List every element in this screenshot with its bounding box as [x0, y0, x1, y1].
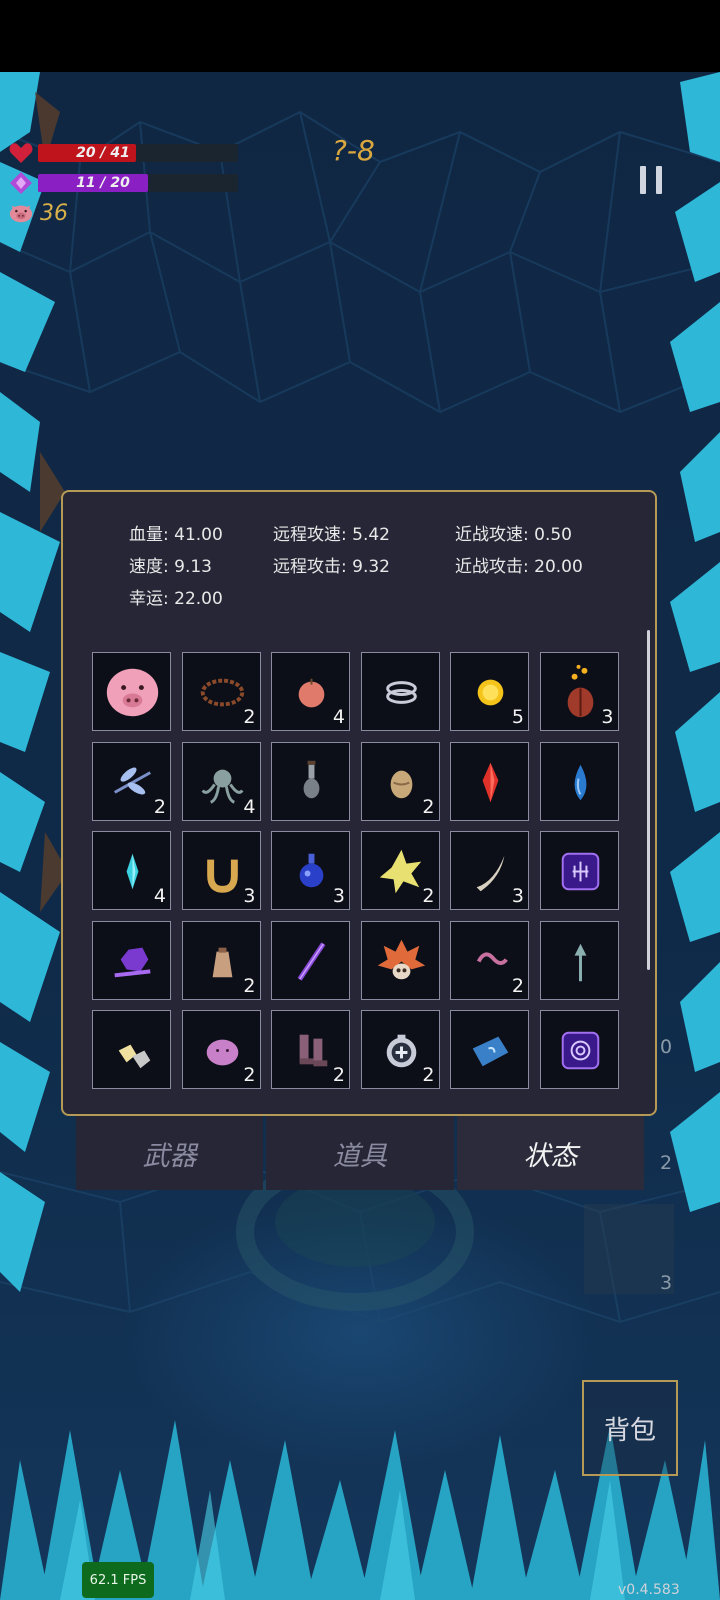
- inventory-slot[interactable]: 5: [450, 652, 529, 731]
- inventory-slot[interactable]: [92, 1010, 171, 1089]
- pause-icon: [640, 166, 646, 194]
- mana-bar: 11 / 20: [8, 170, 238, 196]
- inventory-panel: 血量: 41.00 远程攻速: 5.42 近战攻速: 0.50 速度: 9.13…: [61, 490, 657, 1116]
- inventory-slot[interactable]: 2: [450, 920, 529, 1000]
- inventory-slot[interactable]: 2: [271, 1010, 350, 1089]
- item-count: 4: [153, 885, 166, 907]
- item-count: 2: [422, 795, 435, 818]
- inventory-slot[interactable]: [360, 920, 440, 1000]
- item-count: 5: [511, 706, 524, 728]
- side-count: 0: [660, 1036, 673, 1058]
- item-count: 2: [332, 1064, 345, 1086]
- grid-scrollbar[interactable]: [647, 630, 650, 970]
- health-text: 20 / 41: [76, 145, 130, 161]
- arrow-totem-icon: [574, 943, 586, 981]
- red-crystal-icon: [482, 762, 499, 802]
- level-indicator: ?-8: [332, 134, 375, 167]
- inventory-slot[interactable]: 3: [181, 831, 261, 910]
- item-count: 2: [511, 974, 524, 997]
- version-label: v0.4.583: [618, 1582, 680, 1598]
- health-bar: 20 / 41: [8, 140, 238, 166]
- rings-icon: [385, 681, 417, 704]
- item-count: 2: [153, 795, 166, 818]
- inventory-slot[interactable]: 4: [181, 741, 261, 821]
- side-count: 2: [660, 1152, 673, 1174]
- inventory-slot[interactable]: [92, 920, 171, 1000]
- piggy-bank-icon: [8, 200, 34, 226]
- backpack-button[interactable]: 背包: [582, 1380, 678, 1476]
- inventory-slot[interactable]: [360, 652, 440, 731]
- inventory-slot[interactable]: 3: [271, 831, 350, 910]
- left-crystal-wall: [0, 72, 68, 1292]
- inventory-slot[interactable]: [539, 920, 619, 1000]
- item-count: 2: [243, 1064, 256, 1086]
- item-count: 3: [601, 706, 614, 728]
- side-count: 3: [660, 1272, 673, 1294]
- pause-button[interactable]: [640, 166, 662, 196]
- stat-melee-speed: 近战攻速: 0.50: [455, 525, 572, 545]
- inventory-slot[interactable]: [450, 1010, 529, 1089]
- item-count: 2: [422, 885, 435, 907]
- item-grid: 2 4 5 3 2 4 2 4 3 3 2 3 2 2 2 2 2: [92, 652, 632, 1112]
- item-count: 3: [332, 885, 345, 907]
- inventory-slot[interactable]: 2: [181, 652, 261, 731]
- panel-tabs: 武器 道具 状态: [76, 1116, 644, 1190]
- coin-counter: 36: [8, 200, 68, 226]
- item-count: 3: [511, 885, 524, 907]
- inventory-slot[interactable]: [539, 1010, 619, 1089]
- spiky-skull-icon: [377, 939, 425, 979]
- stat-ranged-attack: 远程攻击: 9.32: [273, 557, 390, 577]
- inventory-slot[interactable]: 3: [450, 831, 529, 910]
- stat-luck: 幸运: 22.00: [129, 589, 223, 609]
- inventory-slot[interactable]: [271, 741, 350, 821]
- tab-status[interactable]: 状态: [456, 1116, 644, 1190]
- tab-weapons[interactable]: 武器: [76, 1116, 264, 1190]
- item-count: 4: [332, 706, 345, 728]
- stat-melee-attack: 近战攻击: 20.00: [455, 557, 583, 577]
- mana-gem-icon: [8, 170, 34, 196]
- health-track: 20 / 41: [38, 144, 238, 162]
- item-count: 2: [243, 706, 256, 728]
- purple-snail-icon: [114, 947, 151, 977]
- tab-items[interactable]: 道具: [266, 1116, 454, 1190]
- mana-track: 11 / 20: [38, 174, 238, 192]
- inventory-slot[interactable]: [450, 741, 529, 821]
- item-count: 2: [422, 1064, 435, 1086]
- heart-icon: [8, 140, 34, 166]
- inventory-slot[interactable]: 2: [181, 1010, 261, 1089]
- inventory-slot[interactable]: 2: [360, 741, 440, 821]
- gold-rocks-icon: [118, 1044, 151, 1069]
- inventory-slot[interactable]: 2: [360, 831, 440, 910]
- inventory-slot[interactable]: 2: [360, 1010, 440, 1089]
- inventory-slot[interactable]: 3: [539, 652, 619, 731]
- item-count: 3: [243, 885, 256, 907]
- inventory-slot[interactable]: 2: [181, 920, 261, 1000]
- inventory-slot[interactable]: 4: [92, 831, 171, 910]
- inventory-slot[interactable]: [539, 741, 619, 821]
- mana-text: 11 / 20: [76, 175, 130, 191]
- vial-icon: [303, 760, 320, 798]
- stat-ranged-speed: 远程攻速: 5.42: [273, 525, 390, 545]
- coin-count: 36: [40, 200, 68, 226]
- spiral-rune-icon: [561, 1031, 599, 1070]
- pig-mask-icon: [106, 668, 159, 717]
- fps-counter: 62.1 FPS: [82, 1562, 154, 1598]
- inventory-slot[interactable]: [271, 920, 350, 1000]
- purple-wand-icon: [297, 941, 326, 981]
- water-drop-icon: [574, 764, 586, 800]
- purple-rune-icon: [561, 852, 599, 891]
- inventory-slot[interactable]: 4: [271, 652, 350, 731]
- inventory-slot[interactable]: [539, 831, 619, 910]
- inventory-slot[interactable]: [92, 652, 171, 731]
- item-count: 2: [243, 974, 256, 997]
- inventory-slot[interactable]: 2: [92, 741, 171, 821]
- spell-book-icon: [472, 1036, 509, 1067]
- status-bar-area: [0, 0, 720, 72]
- stat-hp: 血量: 41.00: [129, 525, 223, 545]
- right-crystal-wall: [670, 72, 720, 1212]
- stat-move-speed: 速度: 9.13: [129, 557, 212, 577]
- item-count: 4: [243, 795, 256, 818]
